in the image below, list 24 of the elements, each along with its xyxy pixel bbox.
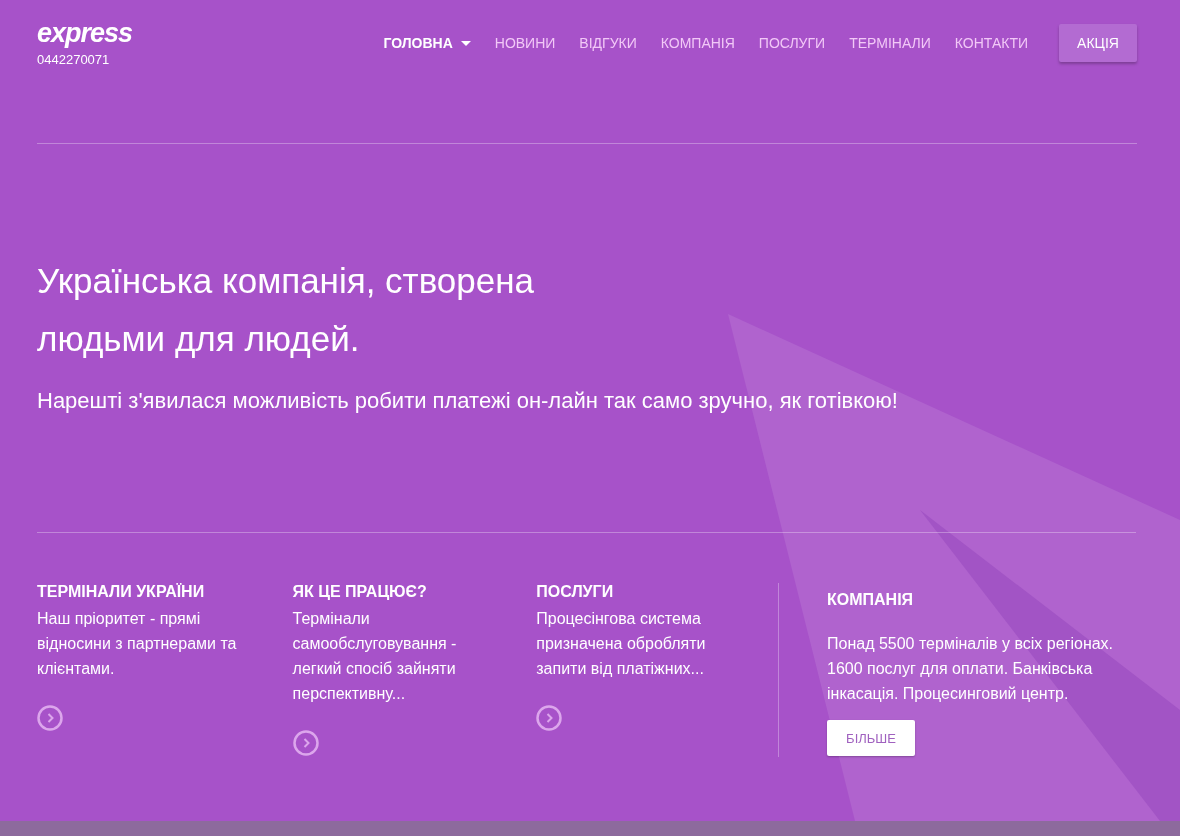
arrow-circle-icon[interactable] — [37, 705, 63, 731]
more-button[interactable]: БІЛЬШЕ — [827, 720, 915, 756]
feature-title: ЯК ЦЕ ПРАЦЮЄ? — [292, 583, 427, 601]
hero-subtitle: Нарешті з'явилася можливість робити платежі он-лайн так само зручно, як готівкою! — [37, 388, 899, 414]
nav-link[interactable]: КОНТАКТИ — [942, 24, 1040, 62]
arrow-circle-icon[interactable] — [292, 730, 319, 756]
nav-link[interactable]: ПОСЛУГИ — [746, 24, 838, 62]
feature-title: ТЕРМІНАЛИ УКРАЇНИ — [37, 583, 205, 601]
feature-title: ПОСЛУГИ — [536, 583, 614, 601]
feature-text: Наш пріоритет - прямі відносини з партнерами та клієнтами. — [37, 609, 238, 679]
arrow-circle-icon[interactable] — [536, 705, 563, 731]
company-text: Понад 5500 терміналів у всіх регіонах. 1600 послуг для оплати. Банківська інкасація. Процесинговий центр. — [827, 634, 1115, 704]
phone-number: 0442270071 — [37, 52, 111, 67]
nav-link[interactable]: НОВИНИ — [482, 24, 568, 62]
nav-link[interactable]: КОМПАНІЯ — [648, 24, 747, 62]
nav-link[interactable]: ТЕРМІНАЛИ — [837, 24, 943, 62]
nav-link[interactable]: ГОЛОВНА — [371, 24, 483, 62]
company-title: КОМПАНІЯ — [827, 591, 914, 609]
promo-button[interactable]: АКЦІЯ — [1059, 24, 1137, 62]
logo[interactable]: express — [37, 18, 133, 48]
nav-link[interactable]: ВІДГУКИ — [567, 24, 649, 62]
hero-title: Українська компанія, створена людьми для людей. — [37, 260, 536, 360]
feature-text: Термінали самообслуговування - легкий спосіб зайняти перспективну... — [292, 609, 458, 704]
feature-text: Процесінгова система призначена обробляти запити від платіжних... — [536, 609, 707, 679]
